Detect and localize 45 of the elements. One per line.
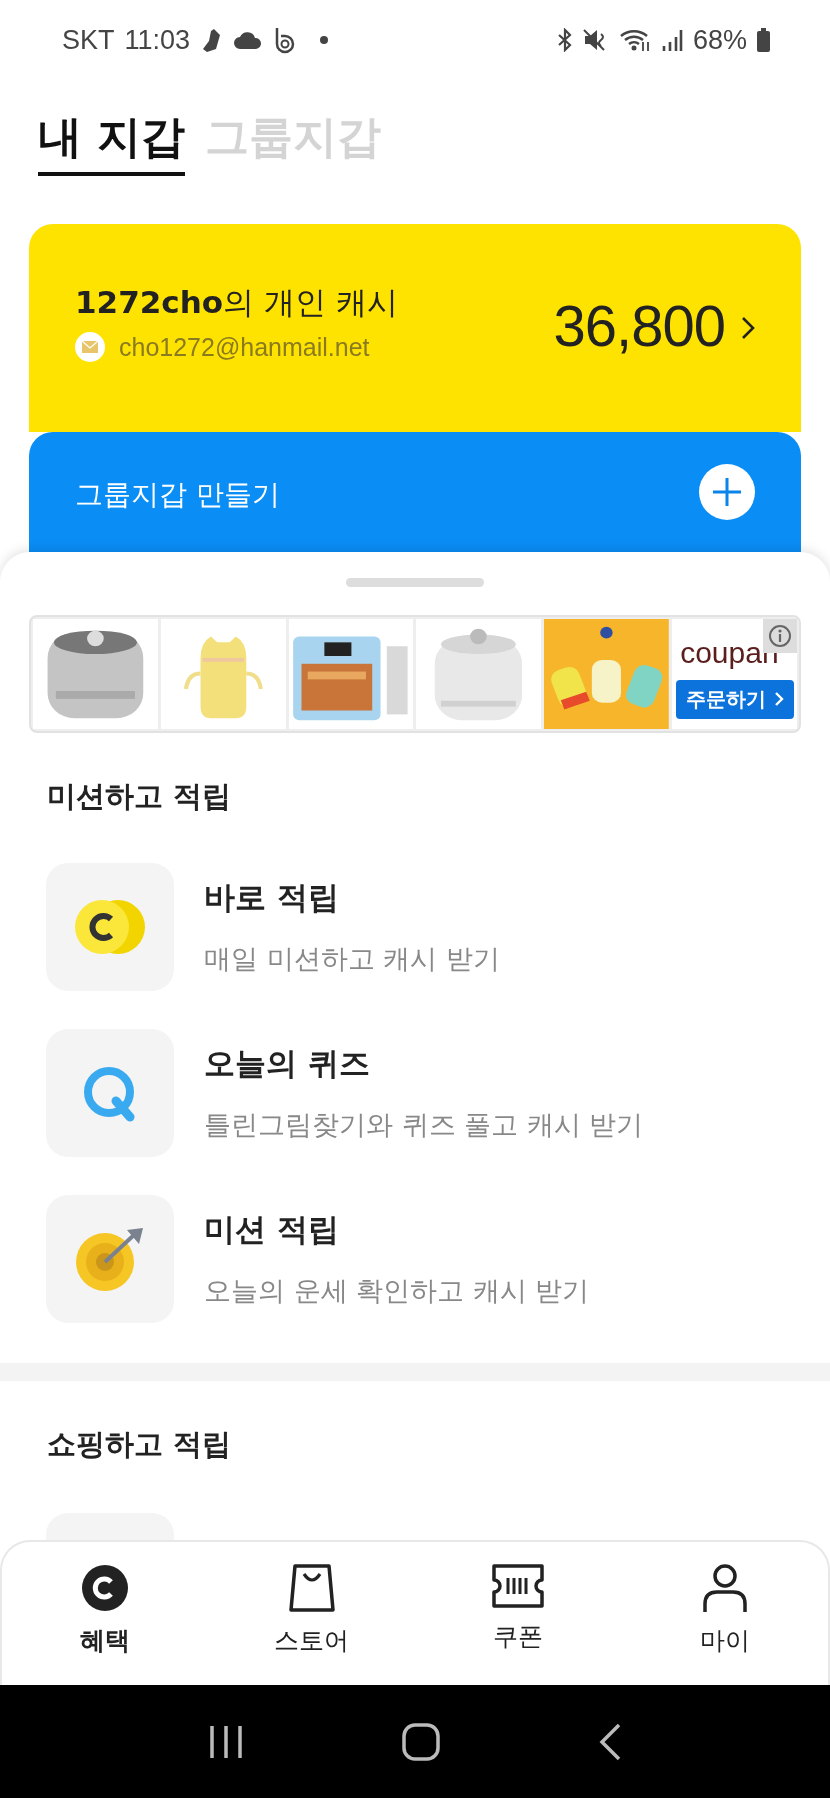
wallet-tab[interactable]: 내 지갑 (38, 108, 186, 176)
mission-item[interactable]: 미션 적립 오늘의 운세 확인하고 캐시 받기 (46, 1195, 830, 1323)
nav-tab[interactable]: 혜택 (2, 1542, 209, 1685)
nav-tab[interactable]: 스토어 (208, 1542, 415, 1685)
carrier: SKT (62, 24, 115, 56)
section-heading: 미션하고 적립 (47, 778, 233, 815)
notification-dot-icon (320, 36, 329, 44)
home-icon[interactable] (402, 1722, 440, 1761)
wifi-icon (618, 28, 651, 52)
sheet-handle[interactable] (346, 578, 484, 587)
mission-item[interactable]: 오늘의 퀴즈 틀린그림찾기와 퀴즈 풀고 캐시 받기 (46, 1029, 830, 1157)
chevron-right-icon (741, 316, 755, 340)
mission-title: 미션 적립 (204, 1210, 340, 1249)
recent-apps-icon[interactable] (209, 1723, 244, 1760)
mission-subtitle: 오늘의 운세 확인하고 캐시 받기 (204, 1274, 590, 1308)
battery-percent: 68% (692, 24, 747, 56)
create-group-label: 그룹지갑 만들기 (75, 477, 280, 513)
mission-subtitle: 틀린그림찾기와 퀴즈 풀고 캐시 받기 (204, 1108, 644, 1142)
cash-title: 1272cho의 개인 캐시 (75, 283, 399, 322)
signal-icon (660, 29, 683, 51)
target-icon (75, 1226, 145, 1292)
cash-card[interactable]: 1272cho의 개인 캐시 cho1272@hanmail.net 36,800 (29, 224, 801, 432)
email-text: cho1272@hanmail.net (119, 332, 370, 362)
order-button[interactable]: 주문하기 (675, 679, 794, 719)
section-heading: 쇼핑하고 적립 (47, 1426, 233, 1463)
clock: 11:03 (124, 24, 191, 56)
mail-icon (75, 332, 105, 362)
mission-title: 바로 적립 (204, 878, 340, 917)
mission-item[interactable]: 바로 적립 매일 미션하고 캐시 받기 (46, 863, 830, 991)
nav-tab[interactable]: 마이 (621, 1542, 828, 1685)
coin-icon (74, 899, 146, 955)
bluetooth-icon (556, 28, 573, 52)
cash-amount: 36,800 (553, 292, 725, 359)
person-icon (701, 1564, 748, 1612)
coin-icon (81, 1564, 130, 1612)
ticket-icon (490, 1564, 547, 1608)
battery-icon (757, 28, 770, 52)
chevron-right-icon (773, 691, 784, 707)
nav-tab[interactable]: 쿠폰 (415, 1542, 622, 1685)
back-icon[interactable] (598, 1722, 621, 1761)
plus-icon (699, 464, 755, 520)
shopping-bag-icon (288, 1564, 335, 1612)
mission-title: 오늘의 퀴즈 (204, 1044, 371, 1083)
mission-subtitle: 매일 미션하고 캐시 받기 (204, 942, 500, 976)
cloud-icon (234, 31, 263, 49)
